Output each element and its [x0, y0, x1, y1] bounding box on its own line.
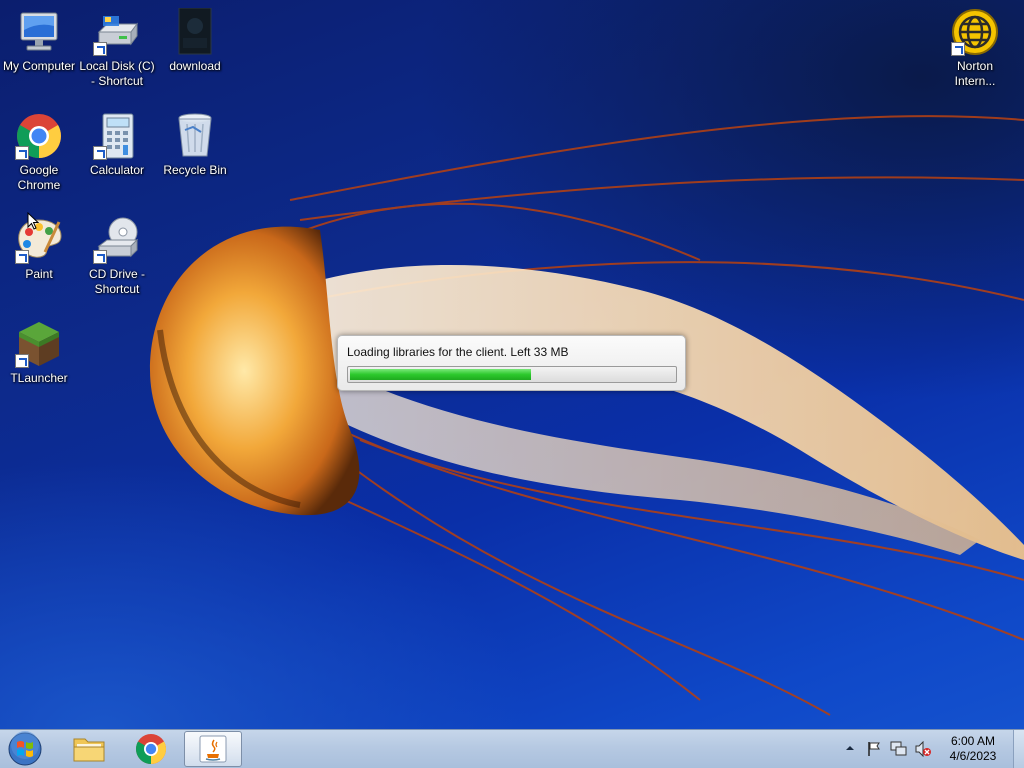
loading-message: Loading libraries for the client. Left 3… — [347, 345, 569, 359]
paint-palette-icon — [15, 216, 63, 264]
shortcut-arrow-icon — [15, 354, 29, 368]
desktop-icon-label: My Computer — [2, 59, 76, 73]
desktop-icon-label: Local Disk (C) - Shortcut — [79, 59, 155, 88]
windows-logo-icon — [8, 731, 42, 766]
java-icon — [199, 735, 227, 763]
minecraft-grass-block-icon — [15, 320, 63, 368]
mouse-cursor-icon — [27, 212, 39, 230]
desktop-icon-local-disk-shortcut[interactable]: Local Disk (C) - Shortcut — [78, 8, 156, 89]
desktop-icon-calculator[interactable]: Calculator — [78, 112, 156, 178]
show-hidden-icons-chevron-icon[interactable] — [845, 741, 855, 760]
desktop-icon-label: CD Drive - Shortcut — [89, 267, 145, 296]
desktop-icon-label: TLauncher — [10, 371, 68, 385]
computer-icon — [15, 8, 63, 56]
start-button[interactable] — [5, 731, 45, 767]
shortcut-arrow-icon — [93, 42, 107, 56]
recycle-bin-icon — [171, 112, 219, 160]
chrome-icon — [15, 112, 63, 160]
folder-icon — [73, 738, 105, 762]
action-center-flag-icon[interactable] — [866, 741, 882, 762]
desktop-icon-label: Paint — [25, 267, 53, 281]
shortcut-arrow-icon — [93, 146, 107, 160]
clock-date: 4/6/2023 — [949, 749, 997, 763]
shortcut-arrow-icon — [15, 146, 29, 160]
shortcut-arrow-icon — [951, 42, 965, 56]
system-clock[interactable]: 6:00 AM 4/6/2023 — [935, 734, 1011, 764]
taskbar: 6:00 AM 4/6/2023 — [0, 729, 1024, 768]
volume-muted-icon[interactable] — [914, 740, 932, 762]
taskbar-explorer-button[interactable] — [60, 731, 118, 767]
taskbar-chrome-button[interactable] — [122, 731, 180, 767]
hard-drive-icon — [93, 8, 141, 56]
desktop-icon-tlauncher[interactable]: TLauncher — [0, 320, 78, 386]
desktop-icon-google-chrome[interactable]: Google Chrome — [0, 112, 78, 193]
progress-bar — [347, 366, 677, 383]
show-desktop-button[interactable] — [1013, 730, 1024, 768]
desktop-icon-recycle-bin[interactable]: Recycle Bin — [156, 112, 234, 178]
desktop-icon-label: Norton Intern... — [954, 59, 996, 88]
desktop-icon-label: Recycle Bin — [163, 163, 227, 177]
desktop: My Computer Local Disk (C) - Shortcut do… — [0, 0, 1024, 768]
clock-time: 6:00 AM — [950, 734, 996, 748]
shortcut-arrow-icon — [15, 250, 29, 264]
shortcut-arrow-icon — [93, 250, 107, 264]
taskbar-java-button[interactable] — [184, 731, 242, 767]
progress-bar-fill — [350, 369, 531, 380]
cd-drive-icon — [93, 216, 141, 264]
desktop-icon-label: Google Chrome — [17, 163, 61, 192]
network-icon[interactable] — [890, 741, 908, 762]
desktop-icon-my-computer[interactable]: My Computer — [0, 8, 78, 74]
desktop-icon-label: download — [169, 59, 221, 73]
loading-dialog: Loading libraries for the client. Left 3… — [337, 335, 686, 391]
desktop-icon-label: Calculator — [89, 163, 145, 177]
chrome-icon — [135, 734, 167, 764]
desktop-icon-cd-drive-shortcut[interactable]: CD Drive - Shortcut — [78, 216, 156, 297]
desktop-icon-norton[interactable]: Norton Intern... — [936, 8, 1014, 89]
calculator-icon — [93, 112, 141, 160]
desktop-icon-download[interactable]: download — [156, 7, 234, 74]
norton-globe-icon — [951, 8, 999, 56]
image-thumbnail-icon — [171, 7, 219, 56]
desktop-icon-paint[interactable]: Paint — [0, 216, 78, 282]
